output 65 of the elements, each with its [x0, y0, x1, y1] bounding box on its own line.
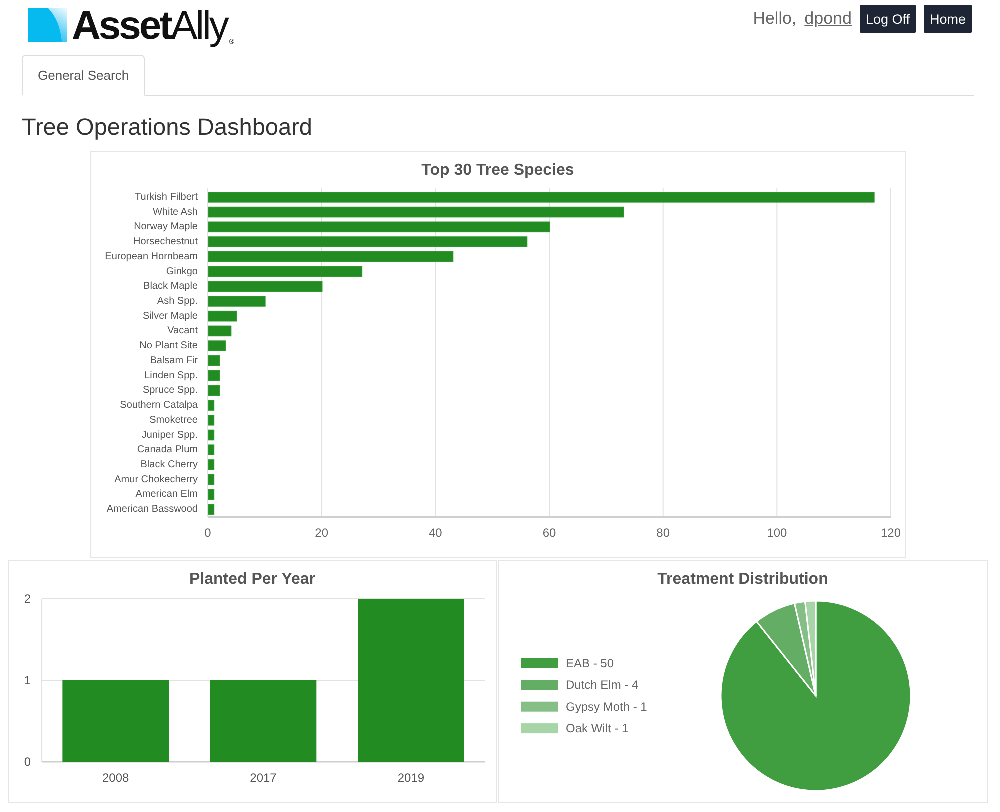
bar — [208, 430, 215, 441]
bar — [208, 370, 220, 382]
axis-tick-label: 80 — [656, 526, 670, 540]
bar — [208, 489, 215, 500]
username-link[interactable]: dpond — [804, 9, 852, 29]
axis-category-label: Linden Spp. — [144, 370, 198, 382]
chart-title: Planted Per Year — [190, 571, 316, 588]
axis-tick-label: 0 — [24, 755, 31, 769]
bar — [208, 385, 220, 396]
axis-category-label: Amur Chokecherry — [114, 474, 198, 486]
log-off-button[interactable]: Log Off — [860, 5, 916, 33]
bar — [208, 310, 238, 322]
axis-category-label: American Basswood — [106, 504, 198, 516]
chart-title: Top 30 Tree Species — [422, 162, 574, 179]
axis-category-label: 2019 — [398, 771, 425, 785]
axis-tick-label: 40 — [428, 526, 442, 540]
axis-tick-label: 60 — [542, 526, 556, 540]
logo-text: AssetAlly — [72, 6, 228, 46]
bar — [208, 340, 226, 352]
legend-label: Dutch Elm - 4 — [566, 678, 639, 692]
axis-category-label: Balsam Fir — [150, 355, 198, 366]
legend-label: EAB - 50 — [566, 656, 614, 670]
axis-category-label: Ash Spp. — [157, 296, 198, 307]
axis-tick-label: 1 — [24, 674, 31, 688]
axis-tick-label: 20 — [315, 526, 329, 540]
axis-tick-label: 120 — [880, 526, 902, 540]
axis-category-label: 2008 — [102, 771, 130, 785]
axis-category-label: Smoketree — [150, 414, 198, 426]
axis-category-label: Canada Plum — [137, 444, 198, 456]
axis-category-label: Black Maple — [144, 281, 198, 292]
axis-tick-label: 0 — [204, 526, 212, 540]
bar — [208, 296, 266, 307]
axis-category-label: Vacant — [168, 326, 198, 337]
bar — [208, 356, 220, 366]
bar — [208, 504, 215, 515]
legend-label: Gypsy Moth - 1 — [566, 700, 648, 714]
bar — [208, 414, 215, 426]
axis-category-label: Spruce Spp. — [142, 385, 198, 396]
bar — [208, 444, 215, 456]
page-title: Tree Operations Dashboard — [22, 114, 314, 141]
tab[interactable]: General Search — [22, 55, 146, 96]
bar — [208, 474, 215, 486]
axis-category-label: Turkish Filbert — [135, 192, 198, 203]
axis-category-label: 2017 — [250, 771, 277, 785]
bar — [208, 326, 232, 337]
bar — [208, 400, 215, 411]
axis-category-label: Norway Maple — [134, 222, 198, 233]
logo-icon — [28, 8, 67, 42]
axis-category-label: American Elm — [136, 489, 198, 500]
axis-category-label: Southern Catalpa — [120, 400, 198, 412]
axis-category-label: No Plant Site — [140, 340, 198, 352]
axis-category-label: European Hornbeam — [105, 251, 198, 262]
axis-category-label: Black Cherry — [140, 459, 198, 470]
axis-category-label: Horsechestnut — [134, 236, 198, 248]
legend-label: Oak Wilt - 1 — [566, 722, 629, 736]
axis-tick-label: 2 — [24, 592, 31, 606]
axis-category-label: Silver Maple — [142, 310, 198, 322]
bar — [208, 460, 215, 470]
axis-category-label: Juniper Spp. — [142, 430, 198, 441]
greeting-text: Hello, — [753, 9, 797, 29]
axis-category-label: White Ash — [152, 206, 198, 218]
home-button[interactable]: Home — [924, 5, 972, 33]
axis-category-label: Ginkgo — [166, 266, 198, 278]
axis-tick-label: 100 — [767, 526, 788, 540]
chart-title: Treatment Distribution — [658, 571, 828, 588]
